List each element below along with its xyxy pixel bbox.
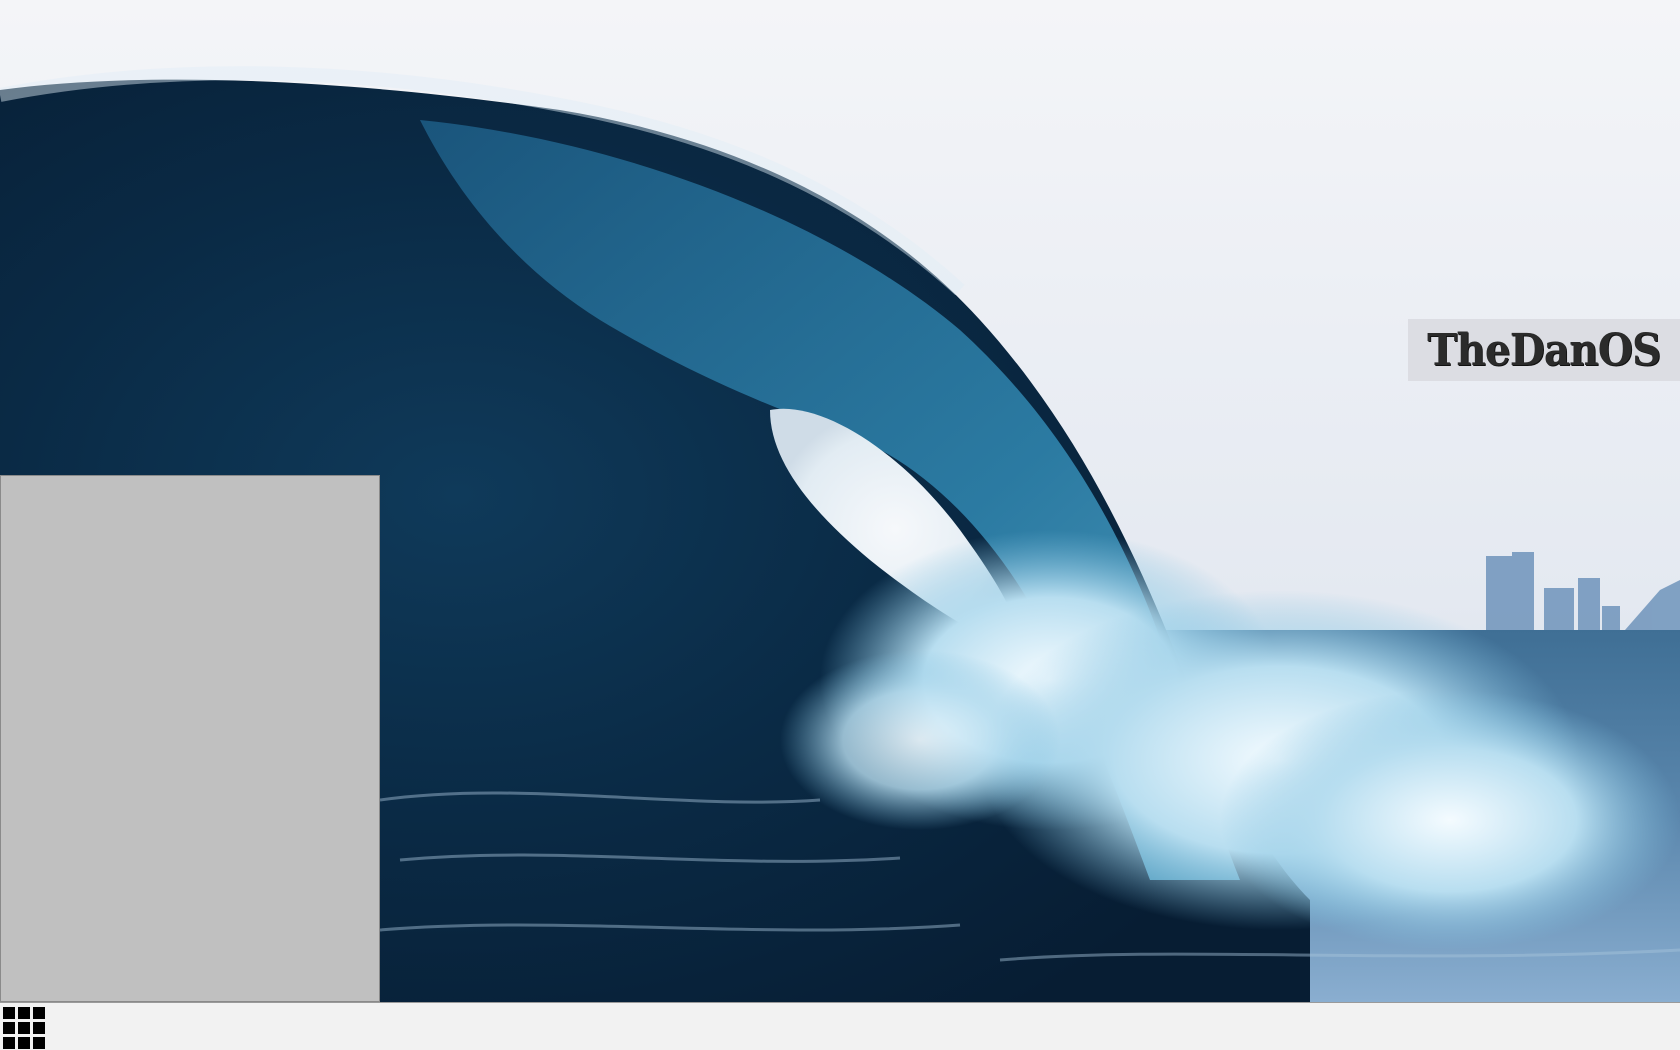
brand-logo-box: TheDanOS	[1408, 319, 1680, 381]
brand-logo-text: TheDanOS	[1427, 324, 1661, 376]
desktop[interactable]: TheDanOS	[0, 0, 1680, 1002]
start-menu-panel[interactable]	[0, 475, 380, 1002]
grid-icon	[3, 1007, 45, 1049]
taskbar	[0, 1002, 1680, 1050]
start-button[interactable]	[1, 1005, 49, 1050]
